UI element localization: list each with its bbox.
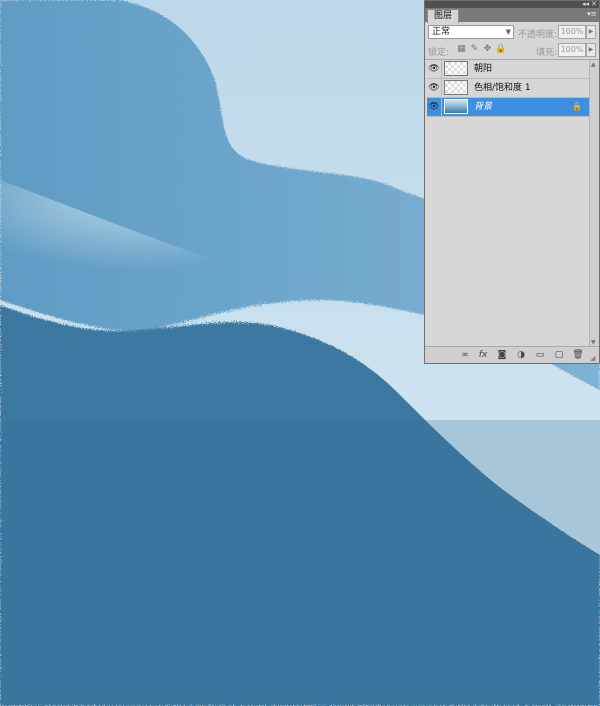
fill-label: 填充: xyxy=(536,48,558,58)
layer-row-selected[interactable]: 👁 背景 🔒 xyxy=(427,98,589,117)
eye-icon[interactable]: 👁 xyxy=(427,79,442,97)
lock-icon: 🔒 xyxy=(572,102,582,111)
lock-transparent-icon[interactable]: ▦ xyxy=(456,44,467,55)
fx-icon[interactable]: fx xyxy=(477,349,489,361)
panel-menu-icon[interactable]: ▾≡ xyxy=(587,10,597,19)
layers-list: 👁 朝阳 👁 色相/饱和度 1 👁 背景 🔒 xyxy=(427,60,589,117)
layer-name: 朝阳 xyxy=(474,64,493,74)
collapse-icon[interactable]: ◂◂ xyxy=(582,0,589,8)
trash-icon[interactable]: 🗑 xyxy=(572,349,584,361)
opacity-input[interactable]: 100% xyxy=(558,25,586,39)
lock-fill-row: 锁定: ▦ ✎ ✥ 🔒 填充: 100% ▶ xyxy=(428,43,596,59)
add-mask-icon[interactable]: ◙ xyxy=(496,349,508,361)
panel-bottom-bar: ∞ fx ◙ ◑ ▭ ▢ 🗑 ◢ xyxy=(425,346,599,363)
scrollbar[interactable]: ▲ ▼ xyxy=(589,60,599,347)
layer-thumbnail xyxy=(444,61,468,76)
fill-input[interactable]: 100% xyxy=(558,43,586,57)
layer-row[interactable]: 👁 朝阳 xyxy=(427,60,589,79)
tab-layers[interactable]: 图层 xyxy=(427,9,460,23)
lock-label: 锁定: xyxy=(428,48,450,58)
fill-slider-button[interactable]: ▶ xyxy=(586,43,596,57)
layer-thumbnail xyxy=(444,80,468,95)
layer-name: 背景 xyxy=(474,102,493,112)
new-group-icon[interactable]: ▭ xyxy=(534,349,546,361)
opacity-label: 不透明度: xyxy=(518,30,558,40)
adjustment-layer-icon[interactable]: ◑ xyxy=(515,349,527,361)
lock-paint-icon[interactable]: ✎ xyxy=(469,44,480,55)
link-layers-icon[interactable]: ∞ xyxy=(459,349,471,361)
blend-mode-select[interactable]: 正常 ▼ xyxy=(428,25,514,39)
new-layer-icon[interactable]: ▢ xyxy=(553,349,565,361)
lock-all-icon[interactable]: 🔒 xyxy=(495,44,506,55)
panel-title-strip: ◂◂ ✕ xyxy=(425,0,599,8)
scroll-up-icon[interactable]: ▲ xyxy=(591,61,596,68)
eye-icon[interactable]: 👁 xyxy=(427,60,442,78)
eye-icon[interactable]: 👁 xyxy=(427,98,442,116)
resize-grip-icon[interactable]: ◢ xyxy=(590,354,598,362)
panel-tab-bar: 图层 ▾≡ xyxy=(425,8,599,23)
lock-move-icon[interactable]: ✥ xyxy=(482,44,493,55)
scroll-down-icon[interactable]: ▼ xyxy=(591,339,596,346)
layers-panel: ◂◂ ✕ 图层 ▾≡ 正常 ▼ 不透明度: 100% ▶ 锁定: ▦ ✎ ✥ 🔒… xyxy=(424,0,600,364)
chevron-down-icon: ▼ xyxy=(505,28,511,36)
blend-opacity-row: 正常 ▼ 不透明度: 100% ▶ xyxy=(428,25,596,41)
layer-row[interactable]: 👁 色相/饱和度 1 xyxy=(427,79,589,98)
layer-name: 色相/饱和度 1 xyxy=(474,83,531,93)
layer-thumbnail xyxy=(444,99,468,114)
opacity-slider-button[interactable]: ▶ xyxy=(586,25,596,39)
blend-mode-value: 正常 xyxy=(432,27,451,37)
close-icon[interactable]: ✕ xyxy=(591,0,597,8)
